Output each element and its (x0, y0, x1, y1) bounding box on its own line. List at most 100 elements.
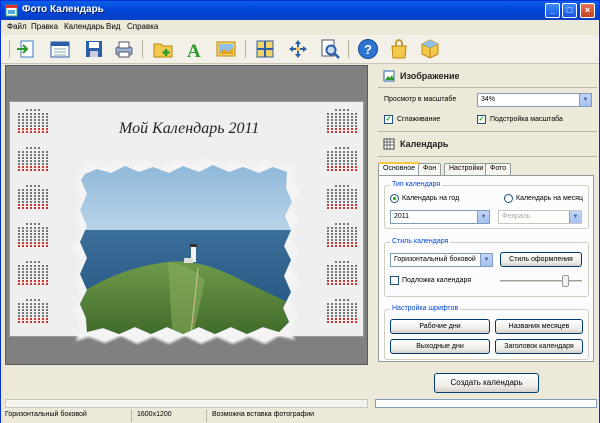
week-row (18, 198, 48, 200)
month-block (16, 261, 50, 298)
calendar-grid-icon (383, 138, 395, 150)
week-row (327, 119, 357, 121)
bag-icon[interactable] (388, 38, 410, 60)
week-row (327, 280, 357, 282)
week-row (327, 201, 357, 203)
month-block (16, 109, 50, 146)
week-row (18, 303, 48, 305)
month-name-line (335, 261, 349, 263)
week-row (18, 227, 48, 229)
preview-canvas[interactable]: Мой Календарь 2011 (5, 65, 368, 365)
calendar-section-title: Календарь (400, 139, 449, 149)
year-select[interactable]: 2011 ▼ (390, 210, 490, 224)
box-icon[interactable] (419, 38, 441, 60)
tab-settings[interactable]: Настройки (444, 163, 489, 175)
svg-text:?: ? (364, 42, 372, 57)
image-icon[interactable] (215, 38, 237, 60)
import-icon[interactable] (15, 38, 37, 60)
month-name-line (26, 185, 40, 187)
week-row (18, 245, 48, 247)
backing-checkbox[interactable] (390, 276, 399, 285)
chevron-down-icon: ▼ (480, 254, 492, 266)
status-bar: Горизонтальный боковой 1600x1200 Возможн… (1, 399, 599, 423)
save-icon[interactable] (83, 38, 105, 60)
close-button[interactable]: × (580, 3, 595, 18)
month-name-line (26, 109, 40, 111)
horizontal-scrollbar[interactable] (5, 399, 368, 408)
month-calendar-radio[interactable] (504, 194, 513, 203)
zoom-label: Просмотр в масштабе (384, 96, 457, 103)
zoom-select-value: 34% (481, 96, 496, 103)
zoom-select[interactable]: 34% ▼ (477, 93, 592, 107)
week-row (327, 318, 357, 320)
year-calendar-label: Календарь на год (402, 195, 460, 202)
tab-photo[interactable]: Фото (485, 163, 512, 175)
month-select[interactable]: Февраль ▼ (498, 210, 582, 224)
window-title: Фото Календарь (22, 4, 104, 15)
week-row (327, 303, 357, 305)
week-row (327, 122, 357, 124)
menu-view[interactable]: Вид (106, 22, 120, 31)
backing-slider[interactable] (500, 274, 582, 288)
image-section-header[interactable]: Изображение (378, 67, 597, 86)
toolbar-grip (9, 40, 10, 58)
toolbar-separator (245, 40, 246, 58)
properties-panel: Изображение Просмотр в масштабе 34% ▼ ✓ … (378, 65, 597, 399)
month-names-font-button[interactable]: Названия месяцев (495, 319, 583, 334)
tab-main[interactable]: Основное (378, 162, 421, 176)
tab-background[interactable]: Фон (418, 163, 442, 175)
calendar-title-font-button[interactable]: Заголовок календаря (495, 339, 583, 354)
text-icon[interactable]: A (184, 38, 206, 62)
week-row (18, 236, 48, 238)
divider (378, 156, 597, 157)
print-icon[interactable] (113, 38, 135, 60)
week-row (18, 280, 48, 282)
week-row (18, 242, 48, 244)
style-select-value: Горизонтальный боковой (394, 256, 476, 263)
menu-calendar[interactable]: Календарь (64, 22, 104, 31)
add-photo-icon[interactable] (152, 38, 174, 60)
week-row (327, 116, 357, 118)
fit-checkbox[interactable]: ✓ (477, 115, 486, 124)
week-row (327, 198, 357, 200)
month-block (16, 299, 50, 336)
work-days-font-button[interactable]: Рабочие дни (390, 319, 490, 334)
menu-help[interactable]: Справка (127, 22, 158, 31)
minimize-button[interactable]: _ (545, 3, 560, 18)
year-calendar-radio[interactable] (390, 194, 399, 203)
week-row (327, 163, 357, 165)
style-design-button[interactable]: Стиль оформления (500, 252, 582, 267)
week-row (327, 312, 357, 314)
chevron-down-icon: ▼ (579, 94, 591, 106)
calendar-style-group: Стиль календаря Горизонтальный боковой ▼… (384, 238, 589, 297)
slider-thumb[interactable] (562, 275, 569, 287)
menu-edit[interactable]: Правка (31, 22, 58, 31)
month-calendar-label: Календарь на месяц (516, 195, 583, 202)
move-icon[interactable] (287, 38, 309, 60)
calendar-icon[interactable] (49, 38, 71, 60)
menu-file[interactable]: Файл (7, 22, 27, 31)
months-left-column (16, 108, 50, 338)
weekends-font-button[interactable]: Выходные дни (390, 339, 490, 354)
style-select[interactable]: Горизонтальный боковой ▼ (390, 253, 493, 267)
menu-bar: Файл Правка Календарь Вид Справка (1, 20, 599, 35)
week-row (18, 201, 48, 203)
image-section-title: Изображение (400, 71, 460, 81)
week-row (18, 192, 48, 194)
calendar-tabs: Основное Фон Настройки Фото (378, 162, 597, 176)
week-row (327, 204, 357, 206)
week-row (18, 277, 48, 279)
week-row (327, 230, 357, 232)
week-row (327, 315, 357, 317)
week-row (18, 128, 48, 130)
layout-icon[interactable] (254, 38, 276, 60)
maximize-button[interactable]: □ (562, 3, 577, 18)
week-row (18, 318, 48, 320)
month-name-line (26, 299, 40, 301)
help-icon[interactable]: ? (357, 38, 379, 60)
smoothing-checkbox[interactable]: ✓ (384, 115, 393, 124)
search-icon[interactable] (319, 38, 341, 60)
calendar-section-header[interactable]: Календарь (378, 135, 597, 154)
create-calendar-button[interactable]: Создать календарь (434, 373, 539, 393)
week-row (327, 233, 357, 235)
